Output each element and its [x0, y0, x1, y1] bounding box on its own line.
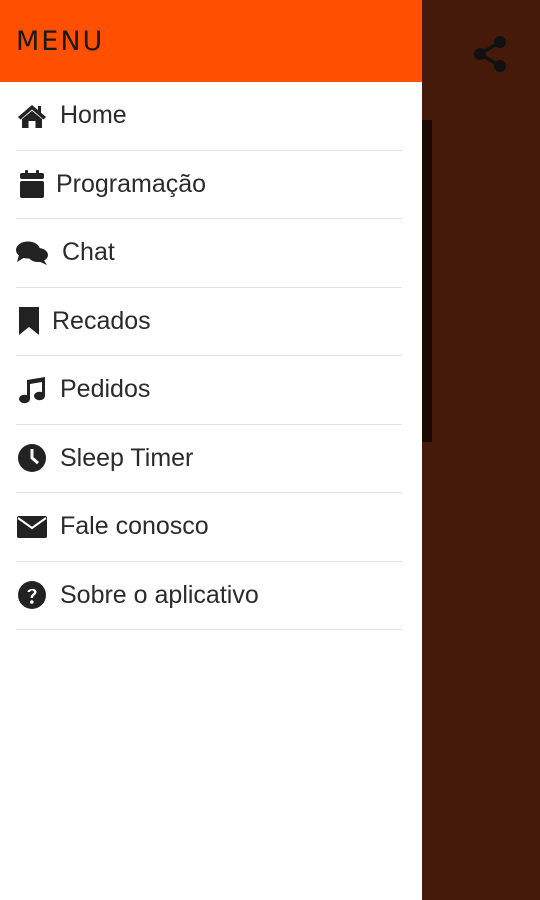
drawer-title: MENU	[16, 25, 105, 57]
menu-item-label: Home	[60, 101, 127, 130]
menu-item-label: Sleep Timer	[60, 443, 194, 472]
bookmark-icon	[16, 305, 42, 337]
menu-item-label: Sobre o aplicativo	[60, 580, 259, 609]
drawer-menu: Home Programação Chat Recados Pedidos Sl…	[0, 82, 422, 630]
menu-item-label: Fale conosco	[60, 512, 209, 541]
envelope-icon	[16, 511, 48, 543]
menu-item-chat[interactable]: Chat	[16, 219, 402, 288]
share-button[interactable]	[466, 30, 514, 78]
music-note-icon	[16, 374, 48, 406]
app-screen: MENU Home Programação Chat Recados Pedid…	[0, 0, 540, 900]
question-circle-icon	[16, 579, 48, 611]
share-icon	[474, 36, 506, 72]
menu-item-label: Pedidos	[60, 375, 151, 404]
navigation-drawer: MENU Home Programação Chat Recados Pedid…	[0, 0, 422, 900]
menu-item-label: Programação	[56, 169, 207, 198]
menu-item-sleep-timer[interactable]: Sleep Timer	[16, 425, 402, 493]
menu-item-label: Recados	[52, 306, 151, 335]
menu-item-fale-conosco[interactable]: Fale conosco	[16, 493, 402, 562]
menu-item-home[interactable]: Home	[16, 82, 402, 151]
home-icon	[16, 100, 48, 132]
menu-item-label: Chat	[62, 238, 115, 267]
chat-bubbles-icon	[16, 237, 48, 269]
calendar-icon	[16, 168, 48, 200]
clock-icon	[16, 442, 48, 474]
drawer-header: MENU	[0, 0, 422, 82]
menu-item-sobre[interactable]: Sobre o aplicativo	[16, 562, 402, 630]
menu-item-recados[interactable]: Recados	[16, 288, 402, 356]
menu-item-pedidos[interactable]: Pedidos	[16, 356, 402, 425]
menu-item-programacao[interactable]: Programação	[16, 151, 402, 219]
